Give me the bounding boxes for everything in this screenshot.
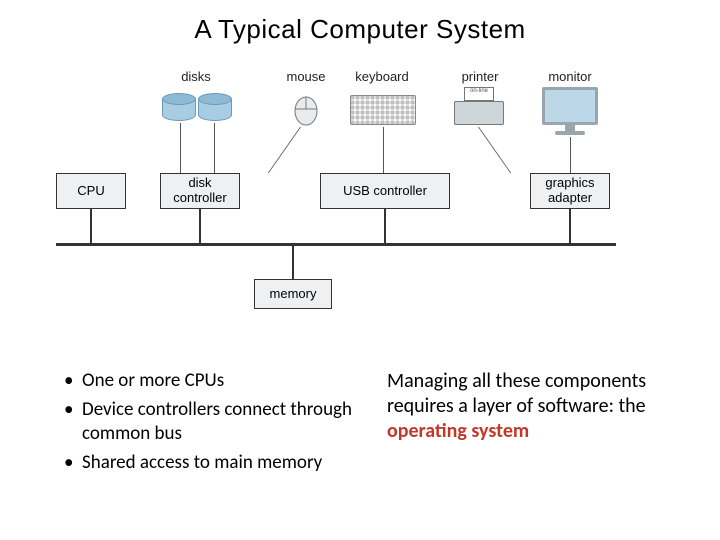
- box-cpu: CPU: [56, 173, 126, 209]
- connector-line: [478, 127, 511, 173]
- summary-text: Managing all these components requires a…: [387, 369, 682, 480]
- monitor-icon: [542, 87, 598, 137]
- bus-drop: [384, 209, 386, 243]
- system-diagram: disks mouse keyboard printer monitor on-…: [40, 63, 680, 353]
- keyboard-icon: [350, 95, 416, 125]
- list-item: Shared access to main memory: [62, 451, 357, 476]
- label-monitor: monitor: [530, 69, 610, 84]
- label-keyboard: keyboard: [342, 69, 422, 84]
- mouse-icon: [286, 91, 326, 127]
- bus-drop: [90, 209, 92, 243]
- connector-line: [180, 123, 181, 173]
- disk-icon: [162, 99, 196, 125]
- bus-drop: [569, 209, 571, 243]
- label-mouse: mouse: [266, 69, 346, 84]
- box-usb-controller: USB controller: [320, 173, 450, 209]
- content-row: One or more CPUs Device controllers conn…: [0, 353, 720, 480]
- bullet-list: One or more CPUs Device controllers conn…: [62, 369, 357, 480]
- box-graphics-adapter: graphics adapter: [530, 173, 610, 209]
- label-disks: disks: [156, 69, 236, 84]
- summary-emphasis: operating system: [387, 419, 529, 443]
- connector-line: [214, 123, 215, 173]
- summary-prefix: Managing all these components requires a…: [387, 369, 646, 418]
- bus-drop: [292, 246, 294, 280]
- disk-icon: [198, 99, 232, 125]
- system-bus: [56, 243, 616, 246]
- bus-drop: [199, 209, 201, 243]
- box-memory: memory: [254, 279, 332, 309]
- connector-line: [383, 127, 384, 173]
- list-item: One or more CPUs: [62, 369, 357, 394]
- list-item: Device controllers connect through commo…: [62, 398, 357, 447]
- label-printer: printer: [440, 69, 520, 84]
- printer-tray-label: on-line: [464, 87, 494, 101]
- connector-line: [570, 137, 571, 173]
- printer-icon: on-line: [454, 93, 504, 127]
- page-title: A Typical Computer System: [0, 0, 720, 45]
- connector-line: [268, 127, 301, 173]
- box-disk-controller: disk controller: [160, 173, 240, 209]
